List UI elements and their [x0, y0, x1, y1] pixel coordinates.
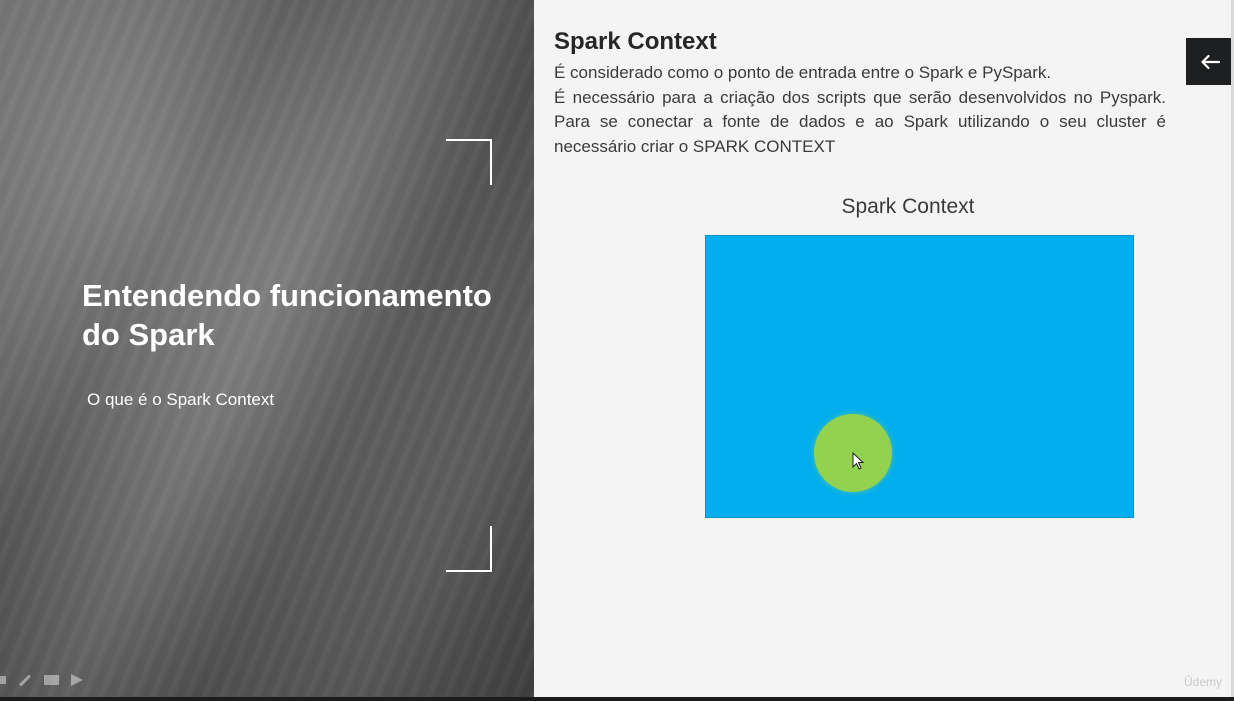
click-highlight: [814, 414, 892, 492]
mouse-cursor-icon: [852, 452, 864, 470]
arrow-left-icon: [1200, 54, 1220, 69]
slide-heading: Spark Context: [554, 28, 717, 55]
slide-title-panel: Entendendo funcionamento do Spark O que …: [0, 0, 534, 697]
next-icon[interactable]: [71, 674, 83, 686]
frame-corner-top: [446, 139, 492, 185]
pen-icon[interactable]: [18, 673, 32, 687]
slide-paragraph: É considerado como o ponto de entrada en…: [554, 61, 1166, 159]
bottom-bar: [0, 697, 1234, 701]
spark-context-diagram: [705, 235, 1134, 518]
section-subtitle: O que é o Spark Context: [87, 390, 275, 409]
diagram-caption: Spark Context: [841, 195, 975, 218]
paragraph-line-1: É considerado como o ponto de entrada en…: [554, 63, 1052, 82]
frame-corner-bottom: [446, 526, 492, 572]
screen-icon[interactable]: [44, 675, 59, 685]
slide-content-panel: Spark Context É considerado como o ponto…: [534, 0, 1231, 697]
slide-toolbar: [0, 671, 83, 689]
previous-icon[interactable]: [0, 676, 6, 684]
section-title: Entendendo funcionamento do Spark: [82, 278, 492, 352]
back-button[interactable]: [1186, 38, 1233, 85]
paragraph-line-2: É necessário para a criação dos scripts …: [554, 87, 1166, 156]
udemy-watermark: Ûdemy: [1183, 675, 1222, 689]
